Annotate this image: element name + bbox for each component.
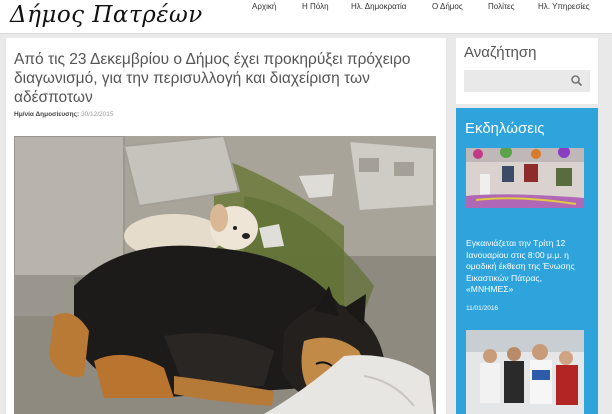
publish-date-label: Ημ/νία Δημοσίευσης: (14, 111, 80, 118)
main-nav: Αρχική Η Πόλη Ηλ. Δημοκρατία Ο Δήμος Πολ… (0, 2, 612, 14)
nav-item-eservices[interactable]: Ηλ. Υπηρεσίες (538, 2, 590, 11)
site-header: Δήμος Πατρέων Αρχική Η Πόλη Ηλ. Δημοκρατ… (0, 0, 612, 34)
publish-date-value: 30/12/2015 (80, 111, 114, 118)
search-widget: Αναζήτηση (456, 38, 598, 104)
search-title: Αναζήτηση (464, 44, 537, 61)
nav-item-citizens[interactable]: Πολίτες (488, 2, 514, 11)
events-header: Εκδηλώσεις (456, 108, 598, 142)
events-widget: Εκδηλώσεις Εγκαινιάζεται την Τρίτη 12 Ια… (456, 108, 598, 414)
event-date: 11/01/2016 (466, 305, 499, 312)
nav-item-home[interactable]: Αρχική (252, 2, 276, 11)
event-thumbnail-2[interactable] (466, 330, 584, 414)
article-photo (14, 136, 436, 414)
publish-date: Ημ/νία Δημοσίευσης: 30/12/2015 (14, 111, 114, 118)
article-title: Από τις 23 Δεκεμβρίου ο Δήμος έχει προκη… (14, 51, 411, 106)
event-thumbnail[interactable] (466, 148, 584, 208)
search-icon[interactable] (570, 74, 584, 88)
event-headline[interactable]: Εγκαινιάζεται την Τρίτη 12 Ιανουαρίου στ… (466, 238, 590, 296)
events-title: Εκδηλώσεις (465, 120, 545, 137)
nav-item-municipality[interactable]: Ο Δήμος (432, 2, 463, 11)
article-card: Από τις 23 Δεκεμβρίου ο Δήμος έχει προκη… (6, 38, 446, 414)
nav-item-edemocracy[interactable]: Ηλ. Δημοκρατία (351, 2, 406, 11)
nav-item-city[interactable]: Η Πόλη (302, 2, 329, 11)
events-list: Εγκαινιάζεται την Τρίτη 12 Ιανουαρίου στ… (456, 142, 598, 414)
